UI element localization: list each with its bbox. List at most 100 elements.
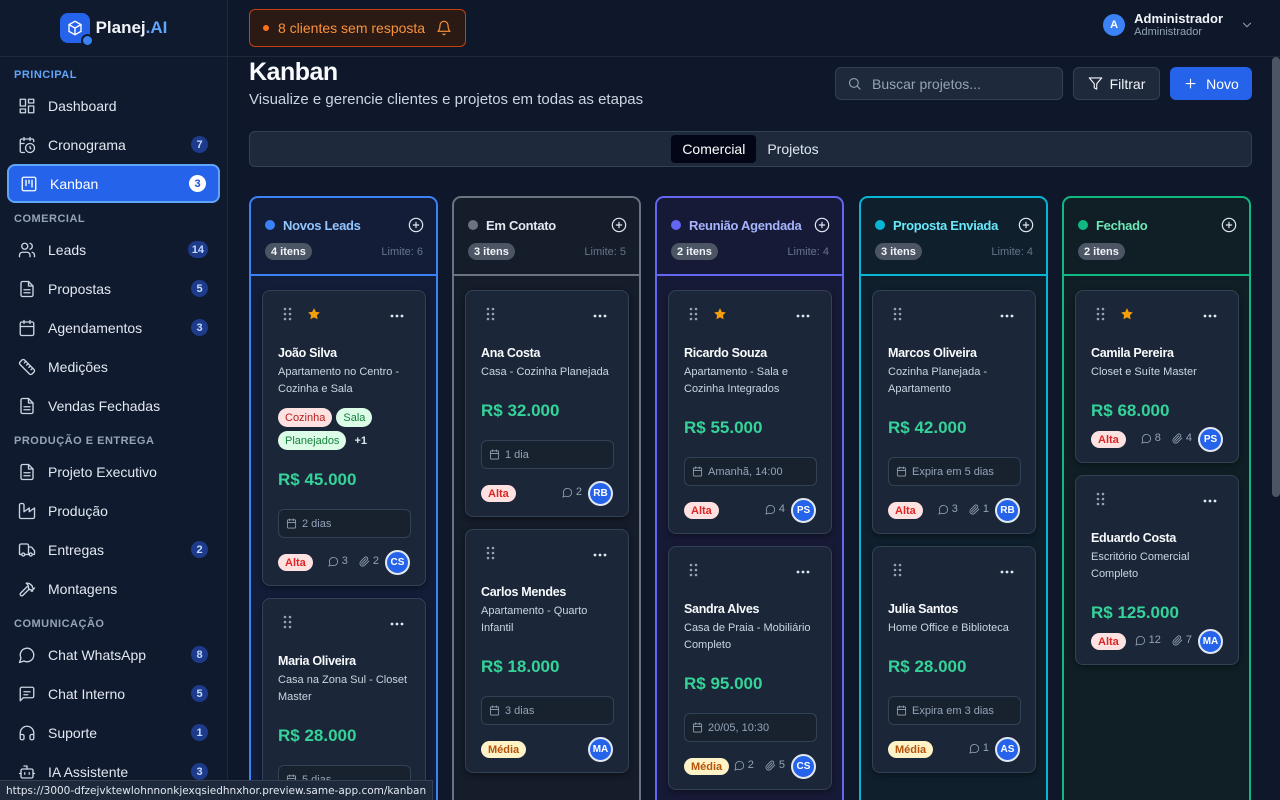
sidebar-item-producao[interactable]: Produção: [7, 491, 220, 530]
more-options-icon[interactable]: [592, 552, 608, 558]
drag-handle-icon[interactable]: [892, 563, 904, 577]
lead-card[interactable]: Ana Costa Casa - Cozinha Planejada R$ 32.0…: [465, 290, 629, 517]
sidebar-item-suporte[interactable]: Suporte 1: [7, 713, 220, 752]
more-options-icon[interactable]: [1202, 313, 1218, 319]
assignee-avatar[interactable]: PS: [791, 498, 816, 523]
comment-count: 2: [575, 486, 582, 498]
tab-projetos[interactable]: Projetos: [756, 135, 829, 163]
more-options-icon[interactable]: [389, 313, 405, 319]
column-novos-leads: Novos Leads 4 itens Limite: 6 João Silva Apa…: [249, 196, 438, 800]
sidebar-item-entregas[interactable]: Entregas 2: [7, 530, 220, 569]
more-options-icon[interactable]: [999, 569, 1015, 575]
sidebar-item-chat-whatsapp[interactable]: Chat WhatsApp 8: [7, 635, 220, 674]
sidebar-item-leads[interactable]: Leads 14: [7, 230, 220, 269]
more-options-icon[interactable]: [795, 569, 811, 575]
sidebar-item-projeto-executivo[interactable]: Projeto Executivo: [7, 452, 220, 491]
assignee-avatar[interactable]: CS: [385, 550, 410, 575]
client-name: Ana Costa: [481, 346, 541, 360]
sidebar-item-agendamentos[interactable]: Agendamentos 3: [7, 308, 220, 347]
lead-card[interactable]: Camila Pereira Closet e Suíte Master R$ 68…: [1075, 290, 1239, 463]
lead-card[interactable]: Maria Oliveira Casa na Zona Sul - Closet …: [262, 598, 426, 800]
column-em-contato: Em Contato 3 itens Limite: 5 Ana Costa Casa …: [452, 196, 641, 800]
sidebar-item-cronograma[interactable]: Cronograma 7: [7, 125, 220, 164]
assignee-avatar[interactable]: AS: [995, 737, 1020, 762]
count-badge: 8: [191, 646, 208, 663]
assignee-avatar[interactable]: CS: [791, 754, 816, 779]
plus-circle-icon: [814, 217, 830, 233]
comment-count: 3: [341, 555, 348, 567]
assignee-avatar[interactable]: RB: [995, 498, 1020, 523]
drag-handle-icon[interactable]: [892, 307, 904, 321]
add-card-button[interactable]: [611, 217, 627, 233]
priority-badge: Média: [481, 741, 527, 758]
assignee-avatar[interactable]: PS: [1198, 427, 1223, 452]
drag-handle-icon[interactable]: [485, 546, 497, 560]
section-title-principal: Principal: [14, 69, 77, 81]
sidebar-item-dashboard[interactable]: Dashboard: [7, 86, 220, 125]
more-options-icon[interactable]: [999, 313, 1015, 319]
star-icon[interactable]: [713, 307, 727, 321]
plus-circle-icon: [611, 217, 627, 233]
more-options-icon[interactable]: [1202, 498, 1218, 504]
sidebar-item-propostas[interactable]: Propostas 5: [7, 269, 220, 308]
column-title: Reunião Agendada: [689, 218, 802, 233]
drag-handle-icon[interactable]: [688, 563, 700, 577]
drag-handle-icon[interactable]: [282, 615, 294, 629]
search-input[interactable]: Buscar projetos...: [835, 67, 1063, 100]
lead-card[interactable]: Marcos Oliveira Cozinha Planejada - Apart…: [872, 290, 1036, 534]
star-icon[interactable]: [307, 307, 321, 321]
project-value: R$ 42.000: [888, 418, 967, 437]
client-name: Sandra Alves: [684, 602, 760, 616]
lead-card[interactable]: Carlos Mendes Apartamento - Quarto Infant…: [465, 529, 629, 773]
calendar-icon: [489, 705, 500, 716]
drag-handle-icon[interactable]: [282, 307, 294, 321]
drag-handle-icon[interactable]: [485, 307, 497, 321]
add-card-button[interactable]: [814, 217, 830, 233]
add-card-button[interactable]: [1221, 217, 1237, 233]
project-description: Casa - Cozinha Planejada: [481, 366, 609, 378]
add-card-button[interactable]: [408, 217, 424, 233]
sidebar-item-label: Vendas Fechadas: [48, 397, 161, 414]
sidebar-item-medicoes[interactable]: Medições: [7, 347, 220, 386]
assignee-avatar[interactable]: RB: [588, 481, 613, 506]
calendar-icon: [489, 449, 500, 460]
assignee-avatar[interactable]: MA: [1198, 629, 1223, 654]
card-stats: 12 7: [1135, 634, 1192, 646]
more-options-icon[interactable]: [795, 313, 811, 319]
sidebar-item-montagens[interactable]: Montagens: [7, 569, 220, 608]
project-value: R$ 45.000: [278, 470, 357, 489]
project-description: Apartamento - Quarto Infantil: [481, 605, 588, 634]
project-value: R$ 55.000: [684, 418, 763, 437]
sidebar-item-label: Leads: [48, 241, 87, 258]
more-options-icon[interactable]: [592, 313, 608, 319]
user-menu[interactable]: A Administrador Administrador: [1103, 11, 1254, 38]
new-button[interactable]: Novo: [1170, 67, 1252, 100]
tab-comercial[interactable]: Comercial: [671, 135, 757, 163]
app-logo[interactable]: Planej.AI: [0, 0, 227, 57]
sidebar-item-kanban[interactable]: Kanban 3: [7, 164, 220, 203]
drag-handle-icon[interactable]: [688, 307, 700, 321]
filter-button[interactable]: Filtrar: [1073, 67, 1160, 100]
more-options-icon[interactable]: [389, 621, 405, 627]
add-card-button[interactable]: [1018, 217, 1034, 233]
drag-handle-icon[interactable]: [1095, 492, 1107, 506]
lead-card[interactable]: Sandra Alves Casa de Praia - Mobiliário C…: [668, 546, 832, 790]
unanswered-clients-alert[interactable]: 8 clientes sem resposta: [249, 9, 466, 47]
lead-card[interactable]: Eduardo Costa Escritório Comercial Comple…: [1075, 475, 1239, 665]
drag-handle-icon[interactable]: [1095, 307, 1107, 321]
lead-card[interactable]: Ricardo Souza Apartamento - Sala e Cozinh…: [668, 290, 832, 534]
assignee-avatar[interactable]: MA: [588, 737, 613, 762]
sidebar-item-chat-interno[interactable]: Chat Interno 5: [7, 674, 220, 713]
plus-icon: [1185, 78, 1196, 89]
sidebar-item-vendas-fechadas[interactable]: Vendas Fechadas: [7, 386, 220, 425]
scrollbar[interactable]: [1272, 57, 1280, 497]
project-value: R$ 95.000: [684, 674, 763, 693]
star-icon[interactable]: [1120, 307, 1134, 321]
lead-card[interactable]: Julia Santos Home Office e Biblioteca R$ 2…: [872, 546, 1036, 773]
comment-icon: [1141, 433, 1151, 443]
attachment-count: 5: [778, 759, 785, 771]
comment-icon: [765, 504, 775, 514]
due-info: Expira em 3 dias: [888, 696, 1021, 725]
lead-card[interactable]: João Silva Apartamento no Centro - Cozinh…: [262, 290, 426, 586]
count-badge: 1: [191, 724, 208, 741]
